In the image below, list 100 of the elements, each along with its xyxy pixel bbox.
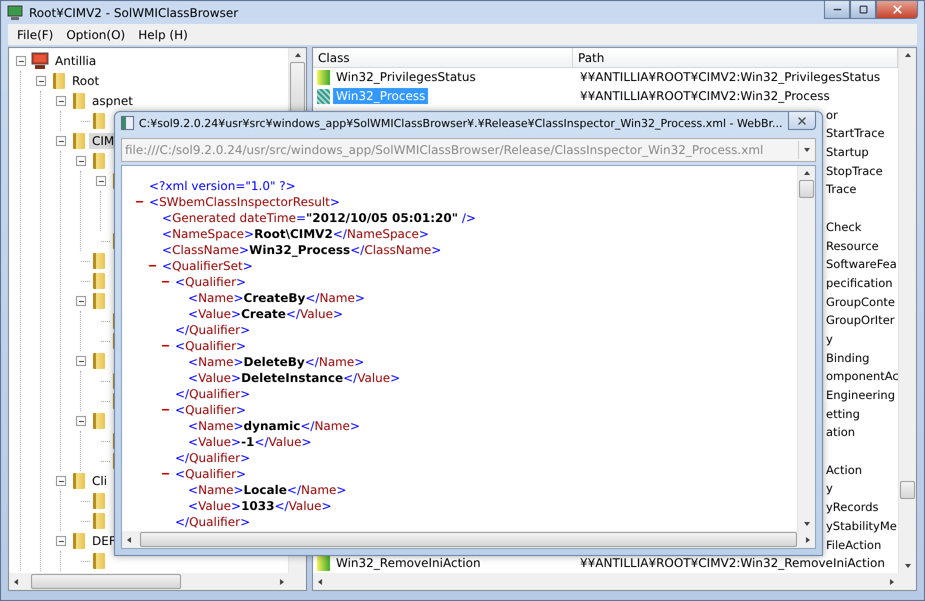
path-cell: Trace [826, 182, 857, 196]
collapse-icon[interactable] [16, 56, 26, 66]
path-cell: GroupOrIter [826, 313, 894, 328]
horizontal-scrollbar[interactable] [313, 573, 916, 590]
class-name[interactable]: Win32_PrivilegesStatus [333, 69, 479, 86]
collapse-icon[interactable] [56, 476, 66, 486]
collapse-icon[interactable] [76, 156, 86, 166]
xml-line: </Qualifier> [175, 387, 250, 401]
xml-line: <Qualifier> [175, 467, 246, 481]
path-cell: ¥¥ANTILLIA¥ROOT¥CIMV2:Win32_PrivilegesStatus [580, 70, 880, 84]
collapse-icon[interactable] [36, 76, 46, 86]
path-cell: ¥¥ANTILLIA¥ROOT¥CIMV2:Win32_Process [580, 89, 830, 104]
window-title: Root¥CIMV2 - SolWMIClassBrowser [29, 6, 240, 20]
xml-line: <Value>Create</Value> [188, 307, 344, 321]
path-cell: ¥¥ANTILLIA¥ROOT¥CIMV2:Win32_RemoveIniAction [580, 556, 885, 570]
vertical-scrollbar[interactable] [898, 48, 916, 573]
maximize-button[interactable] [850, 1, 876, 19]
horizontal-scrollbar[interactable] [9, 573, 306, 590]
column-header[interactable]: Class [313, 48, 573, 68]
collapse-icon[interactable] [56, 96, 66, 106]
folder-icon [93, 513, 105, 529]
path-cell: SoftwareFea [826, 257, 897, 272]
path-cell: Startup [826, 145, 869, 160]
path-cell: Resource [826, 238, 879, 253]
path-cell: etting [826, 406, 860, 421]
folder-icon [73, 533, 85, 549]
path-cell: GroupConte [826, 294, 895, 309]
xml-line: </Qualifier> [175, 451, 250, 465]
xml-line: <Value>DeleteInstance</Value> [188, 371, 400, 385]
class-name[interactable]: Win32_RemoveIniAction [333, 555, 484, 572]
computer-icon [31, 52, 49, 70]
tree-item[interactable]: Antillia [52, 53, 100, 69]
xml-line: <Qualifier> [175, 339, 246, 353]
xml-line: </Qualifier> [175, 515, 250, 529]
tree-item[interactable]: Root [69, 73, 102, 89]
horizontal-scrollbar[interactable] [122, 531, 815, 548]
path-cell: y [826, 332, 833, 346]
folder-icon [73, 93, 85, 109]
close-icon [890, 3, 904, 16]
folder-icon [93, 293, 105, 309]
collapse-icon[interactable] [96, 176, 106, 186]
xml-line: <Name>CreateBy</Name> [188, 291, 365, 305]
path-cell: omponentAc [826, 369, 898, 384]
collapse-icon[interactable] [56, 136, 66, 146]
close-button[interactable] [788, 112, 816, 130]
folder-icon [73, 473, 85, 489]
minimize-button[interactable] [824, 1, 850, 19]
menu-item[interactable]: Option(O) [61, 28, 134, 42]
path-cell: Check [826, 220, 862, 234]
collapse-icon[interactable] [76, 356, 86, 366]
dropdown-icon[interactable] [804, 148, 810, 152]
collapse-icon[interactable] [76, 296, 86, 306]
folder-icon [93, 353, 105, 369]
app-icon [7, 4, 23, 20]
folder-icon [93, 553, 105, 569]
collapse-icon[interactable] [56, 536, 66, 546]
column-header[interactable]: Path [573, 48, 898, 68]
menu-item[interactable]: File(F) [12, 28, 62, 42]
path-cell: y [826, 481, 833, 496]
tree-item[interactable]: aspnet [89, 93, 136, 109]
close-button[interactable] [876, 1, 918, 19]
xml-line: <NameSpace>Root\CIMV2</NameSpace> [162, 227, 429, 241]
path-cell: or [826, 108, 838, 122]
xml-line: <Qualifier> [175, 403, 246, 417]
vertical-scrollbar[interactable] [797, 166, 815, 531]
dialog-title: C:¥sol9.2.0.24¥usr¥src¥windows_app¥SolWMIClassBrowser¥.¥Release¥ClassInspector_Win32_Process.xml - WebBr... [138, 116, 783, 130]
xml-line: <Name>DeleteBy</Name> [188, 355, 364, 369]
xml-line: <Qualifier> [175, 275, 246, 289]
folder-icon [93, 113, 105, 129]
path-cell: ation [826, 425, 856, 440]
xml-line: <Value>-1</Value> [188, 435, 312, 449]
maximize-icon [858, 5, 868, 14]
tree-item[interactable]: Cli [89, 473, 110, 489]
path-cell: Binding [826, 350, 870, 365]
menu-item[interactable]: Help (H) [133, 28, 196, 42]
folder-icon [53, 73, 65, 89]
folder-icon [93, 273, 105, 289]
xml-line: <?xml version="1.0" ?> [149, 179, 296, 193]
close-icon [796, 114, 808, 126]
path-cell: FileAction [826, 538, 882, 552]
path-cell: Engineering [826, 388, 895, 402]
xml-line: <Name>dynamic</Name> [188, 419, 360, 433]
folder-icon [93, 153, 105, 169]
path-cell: yStabilityMe [826, 518, 897, 533]
path-cell: yRecords [826, 500, 879, 514]
xml-line: <ClassName>Win32_Process</ClassName> [162, 243, 442, 257]
path-cell: StartTrace [826, 126, 885, 140]
folder-icon [73, 133, 85, 149]
xml-line: <Generated dateTime="2012/10/05 05:01:20" /> [162, 211, 476, 225]
xml-line: <SWbemClassInspectorResult> [149, 195, 340, 209]
xml-line: <QualifierSet> [162, 259, 253, 273]
folder-icon [93, 253, 105, 269]
class-icon [317, 556, 330, 571]
folder-icon [93, 493, 105, 509]
path-cell: pecification [826, 276, 893, 290]
path-cell: Action [826, 462, 862, 477]
class-icon [317, 88, 330, 104]
xml-line: <Name>Locale</Name> [188, 483, 346, 497]
collapse-icon[interactable] [76, 416, 86, 426]
class-icon [317, 70, 330, 85]
